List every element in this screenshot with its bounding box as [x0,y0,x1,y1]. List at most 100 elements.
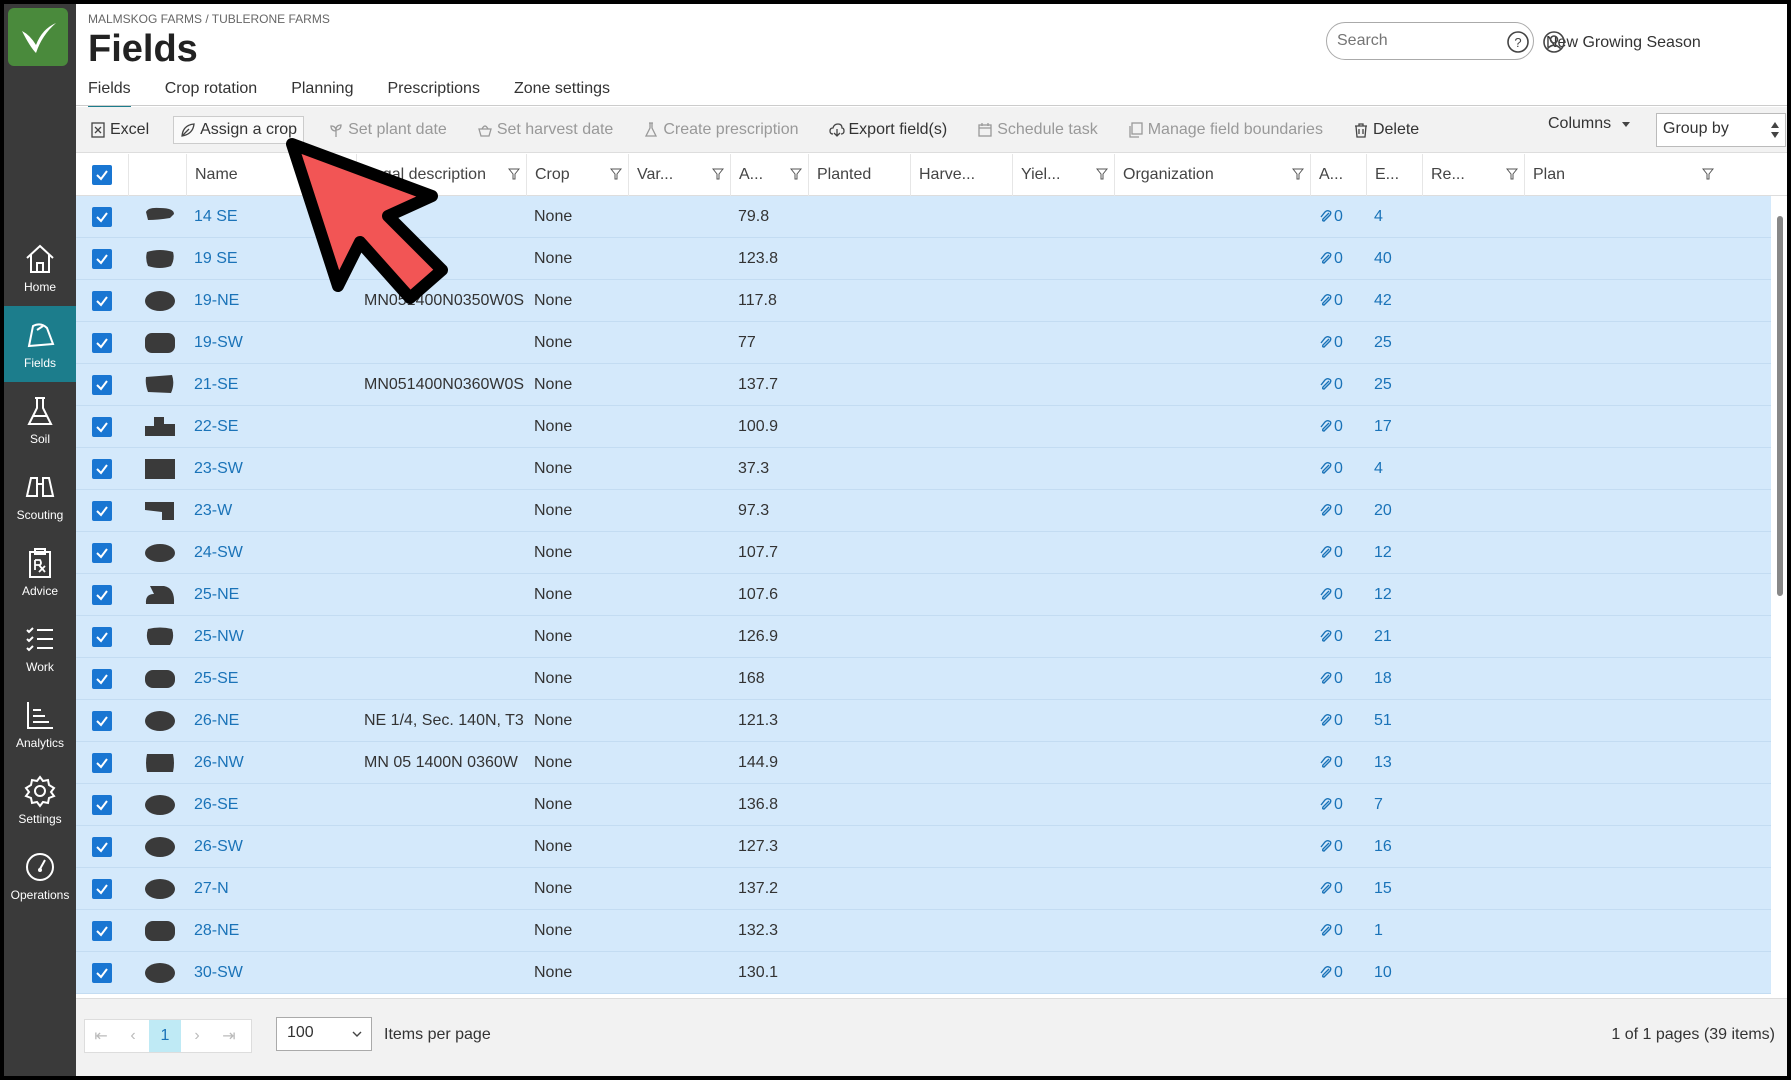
events-count-link[interactable]: 13 [1374,742,1422,784]
attachments-cell[interactable]: 0 [1318,532,1366,574]
attachments-cell[interactable]: 0 [1318,952,1366,994]
table-row[interactable]: 25-NW None 126.9 0 21 [76,616,1771,658]
row-checkbox[interactable] [92,501,112,521]
attachments-cell[interactable]: 0 [1318,238,1366,280]
delete-button[interactable]: Delete [1347,117,1425,143]
attachments-cell[interactable]: 0 [1318,910,1366,952]
column-header[interactable]: Re... [1422,154,1524,196]
sidebar-item-analytics[interactable]: Analytics [4,686,76,762]
app-logo[interactable] [8,8,68,66]
events-count-link[interactable]: 15 [1374,868,1422,910]
column-header[interactable]: Var... [628,154,730,196]
tab-crop-rotation[interactable]: Crop rotation [165,80,258,109]
field-name-link[interactable]: 26-SW [194,826,354,868]
events-count-link[interactable]: 12 [1374,532,1422,574]
row-checkbox[interactable] [92,837,112,857]
sidebar-item-operations[interactable]: Operations [4,838,76,914]
table-row[interactable]: 28-NE None 132.3 0 1 [76,910,1771,952]
filter-icon[interactable] [790,168,802,180]
attachments-cell[interactable]: 0 [1318,490,1366,532]
table-row[interactable]: 23-W None 97.3 0 20 [76,490,1771,532]
sidebar-item-advice[interactable]: Advice [4,534,76,610]
breadcrumb[interactable]: MALMSKOG FARMS / TUBLERONE FARMS [88,12,330,26]
row-checkbox[interactable] [92,417,112,437]
row-checkbox[interactable] [92,669,112,689]
attachments-cell[interactable]: 0 [1318,658,1366,700]
sidebar-item-scouting[interactable]: Scouting [4,458,76,534]
field-name-link[interactable]: 27-N [194,868,354,910]
select-all-checkbox[interactable] [92,165,112,185]
attachments-cell[interactable]: 0 [1318,868,1366,910]
row-checkbox[interactable] [92,207,112,227]
column-header[interactable]: A... [1310,154,1366,196]
attachments-cell[interactable]: 0 [1318,742,1366,784]
tab-fields[interactable]: Fields [88,80,131,109]
table-row[interactable]: 24-SW None 107.7 0 12 [76,532,1771,574]
filter-icon[interactable] [508,168,520,180]
events-count-link[interactable]: 25 [1374,322,1422,364]
row-checkbox[interactable] [92,543,112,563]
attachments-cell[interactable]: 0 [1318,574,1366,616]
table-row[interactable]: 25-SE None 168 0 18 [76,658,1771,700]
events-count-link[interactable]: 21 [1374,616,1422,658]
tab-zone-settings[interactable]: Zone settings [514,80,610,109]
field-name-link[interactable]: 24-SW [194,532,354,574]
sidebar-item-work[interactable]: Work [4,610,76,686]
events-count-link[interactable]: 42 [1374,280,1422,322]
column-header[interactable]: Plan [1524,154,1720,196]
table-row[interactable]: 26-NW MN 05 1400N 0360W None 144.9 0 13 [76,742,1771,784]
attachments-cell[interactable]: 0 [1318,322,1366,364]
row-checkbox[interactable] [92,879,112,899]
attachments-cell[interactable]: 0 [1318,700,1366,742]
first-page-button[interactable]: ⇤ [85,1026,117,1046]
table-row[interactable]: 25-NE None 107.6 0 12 [76,574,1771,616]
column-header[interactable]: Harve... [910,154,1012,196]
field-name-link[interactable]: 30-SW [194,952,354,994]
filter-icon[interactable] [1096,168,1108,180]
attachments-cell[interactable]: 0 [1318,616,1366,658]
table-row[interactable]: 27-N None 137.2 0 15 [76,868,1771,910]
prev-page-button[interactable]: ‹ [117,1027,149,1045]
schedule-task-button[interactable]: Schedule task [971,117,1104,143]
row-checkbox[interactable] [92,333,112,353]
column-header[interactable]: Organization [1114,154,1310,196]
events-count-link[interactable]: 1 [1374,910,1422,952]
new-growing-season-link[interactable]: New Growing Season [1546,34,1701,52]
events-count-link[interactable]: 40 [1374,238,1422,280]
filter-icon[interactable] [1292,168,1304,180]
table-row[interactable]: 21-SE MN051400N0360W0SN... None 137.7 0 25 [76,364,1771,406]
field-name-link[interactable]: 21-SE [194,364,354,406]
sidebar-item-settings[interactable]: Settings [4,762,76,838]
field-name-link[interactable]: 28-NE [194,910,354,952]
row-checkbox[interactable] [92,459,112,479]
row-checkbox[interactable] [92,627,112,647]
events-count-link[interactable]: 7 [1374,784,1422,826]
events-count-link[interactable]: 51 [1374,700,1422,742]
attachments-cell[interactable]: 0 [1318,448,1366,490]
attachments-cell[interactable]: 0 [1318,364,1366,406]
events-count-link[interactable]: 10 [1374,952,1422,994]
create-prescription-button[interactable]: Create prescription [637,117,804,143]
table-row[interactable]: 30-SW None 130.1 0 10 [76,952,1771,994]
row-checkbox[interactable] [92,375,112,395]
help-icon[interactable]: ? [1506,30,1530,54]
events-count-link[interactable]: 4 [1374,196,1422,238]
table-row[interactable]: 19-SW None 77 0 25 [76,322,1771,364]
attachments-cell[interactable]: 0 [1318,784,1366,826]
events-count-link[interactable]: 4 [1374,448,1422,490]
vertical-scrollbar[interactable] [1775,196,1785,996]
field-name-link[interactable]: 26-NW [194,742,354,784]
sidebar-item-home[interactable]: Home [4,230,76,306]
user-account-icon[interactable] [1542,30,1566,54]
field-name-link[interactable]: 23-W [194,490,354,532]
events-count-link[interactable]: 18 [1374,658,1422,700]
items-per-page-select[interactable]: 100 [276,1017,372,1051]
filter-icon[interactable] [1702,168,1714,180]
set-harvest-date-button[interactable]: Set harvest date [471,117,620,143]
column-header[interactable]: Planted [808,154,910,196]
export-fields-button[interactable]: Export field(s) [823,117,954,143]
events-count-link[interactable]: 12 [1374,574,1422,616]
sidebar-item-soil[interactable]: Soil [4,382,76,458]
table-row[interactable]: 26-SE None 136.8 0 7 [76,784,1771,826]
next-page-button[interactable]: › [181,1027,213,1045]
